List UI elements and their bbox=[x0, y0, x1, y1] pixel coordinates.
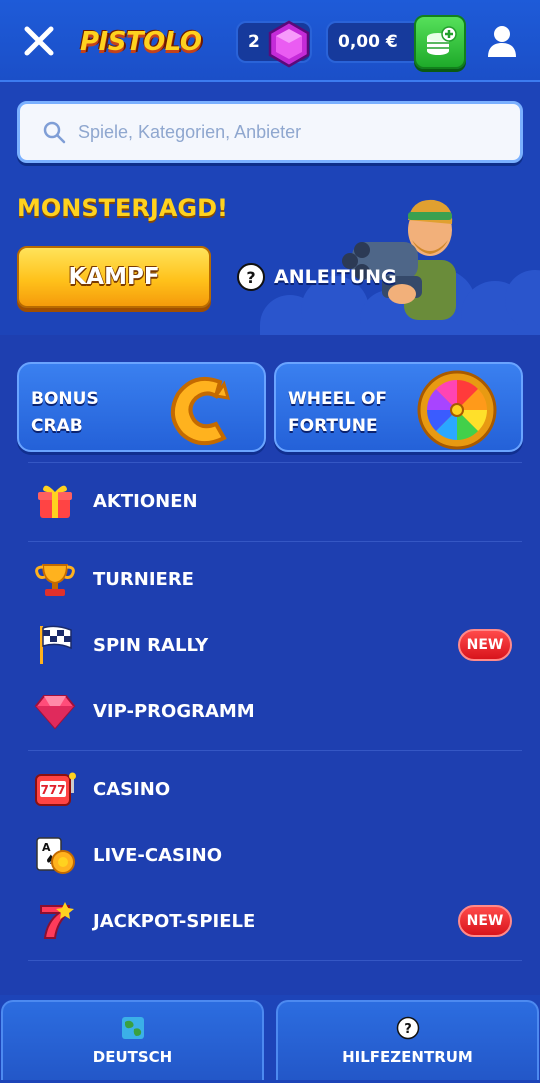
menu-item-spin-rally[interactable]: SPIN RALLY NEW bbox=[28, 619, 522, 671]
search-input[interactable] bbox=[78, 121, 498, 143]
svg-text:?: ? bbox=[246, 268, 255, 287]
menu-label: JACKPOT-SPIELE bbox=[93, 910, 256, 932]
search-bar[interactable] bbox=[17, 101, 523, 163]
new-badge: NEW bbox=[458, 905, 512, 937]
language-button[interactable]: DEUTSCH bbox=[1, 1000, 264, 1080]
divider bbox=[28, 462, 522, 463]
menu-label: AKTIONEN bbox=[93, 490, 198, 512]
profile-button[interactable] bbox=[484, 20, 520, 62]
deposit-button[interactable] bbox=[414, 15, 466, 69]
menu-item-jackpot-spiele[interactable]: JACKPOT-SPIELE NEW bbox=[28, 895, 522, 947]
menu-label: CASINO bbox=[93, 778, 171, 800]
top-bar: PISTOLO 2 0,00 € bbox=[0, 0, 540, 82]
new-badge: NEW bbox=[458, 629, 512, 661]
help-center-label: HILFEZENTRUM bbox=[342, 1048, 473, 1066]
menu-item-vip-programm[interactable]: VIP-PROGRAMM bbox=[28, 685, 522, 737]
search-icon bbox=[43, 121, 66, 144]
brand-name: PISTOLO bbox=[80, 27, 202, 57]
close-button[interactable] bbox=[18, 20, 60, 62]
fight-button-label: KAMPF bbox=[68, 264, 160, 290]
gem-icon bbox=[268, 20, 310, 68]
fight-button[interactable]: KAMPF bbox=[17, 246, 211, 308]
divider bbox=[28, 960, 522, 961]
close-icon bbox=[24, 26, 54, 56]
svg-text:?: ? bbox=[404, 1022, 412, 1037]
user-icon bbox=[488, 26, 516, 57]
language-label: DEUTSCH bbox=[92, 1048, 173, 1066]
gift-icon bbox=[30, 477, 80, 525]
guide-label: ANLEITUNG bbox=[274, 266, 397, 288]
help-center-button[interactable]: ? HILFEZENTRUM bbox=[276, 1000, 539, 1080]
globe-icon bbox=[121, 1017, 144, 1039]
menu-item-aktionen[interactable]: AKTIONEN bbox=[28, 475, 522, 527]
menu-label: SPIN RALLY bbox=[93, 634, 209, 656]
diamond-icon bbox=[30, 687, 80, 735]
hero-character-illustration bbox=[342, 199, 456, 320]
menu-label: VIP-PROGRAMM bbox=[93, 700, 255, 722]
help-icon: ? bbox=[237, 263, 265, 291]
slot-machine-icon: 777 bbox=[30, 765, 80, 813]
checkered-flag-icon bbox=[30, 621, 80, 669]
trophy-icon bbox=[30, 555, 80, 603]
gem-counter[interactable]: 2 bbox=[236, 20, 312, 68]
menu-label: LIVE-CASINO bbox=[93, 844, 223, 866]
footer-bar: DEUTSCH ? HILFEZENTRUM bbox=[0, 995, 540, 1083]
main-menu: BONUS CRAB WHEEL OF FORTUNE AKTIONEN TUR… bbox=[0, 335, 540, 995]
promo-title: MONSTERJAGD! bbox=[17, 194, 228, 222]
playing-cards-icon: A ♠ bbox=[30, 831, 80, 879]
balance-value: 0,00 € bbox=[338, 32, 398, 52]
menu-item-turniere[interactable]: TURNIERE bbox=[28, 553, 522, 605]
lucky-seven-icon bbox=[30, 897, 80, 945]
svg-text:777: 777 bbox=[40, 783, 65, 797]
menu-item-casino[interactable]: 777 CASINO bbox=[28, 763, 522, 815]
wheel-of-fortune-label: WHEEL OF FORTUNE bbox=[288, 389, 388, 436]
bonus-crab-icon bbox=[170, 377, 231, 446]
help-icon: ? bbox=[396, 1016, 419, 1040]
promo-banner: MONSTERJAGD! KAMPF ? ANLEITUNG bbox=[0, 180, 540, 345]
gem-count: 2 bbox=[248, 32, 260, 52]
guide-link[interactable]: ? ANLEITUNG bbox=[236, 262, 397, 292]
wheel-of-fortune-icon bbox=[417, 370, 497, 450]
menu-label: TURNIERE bbox=[93, 568, 194, 590]
wheel-of-fortune-card[interactable]: WHEEL OF FORTUNE bbox=[274, 362, 523, 452]
divider bbox=[28, 541, 522, 542]
divider bbox=[28, 750, 522, 751]
bonus-crab-label: BONUS CRAB bbox=[31, 389, 99, 436]
coins-plus-icon bbox=[427, 26, 457, 55]
menu-item-live-casino[interactable]: A ♠ LIVE-CASINO bbox=[28, 829, 522, 881]
brand-logo[interactable]: PISTOLO bbox=[80, 18, 202, 66]
bonus-crab-card[interactable]: BONUS CRAB bbox=[17, 362, 266, 452]
balance-display[interactable]: 0,00 € bbox=[326, 15, 466, 69]
